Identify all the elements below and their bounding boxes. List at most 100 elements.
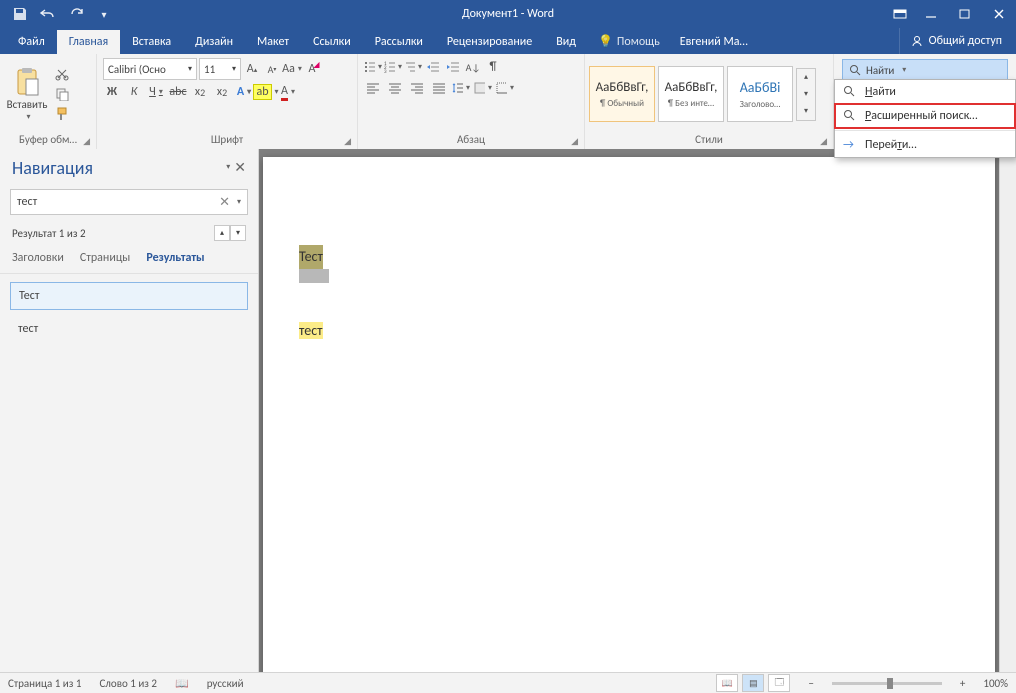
tab-insert[interactable]: Вставка <box>120 30 183 54</box>
superscript-button[interactable]: x2 <box>213 83 231 101</box>
shading-icon[interactable]: ▾ <box>474 79 492 97</box>
result-item[interactable]: тест <box>10 316 248 342</box>
ribbon-options-icon[interactable] <box>886 0 914 28</box>
underline-button[interactable]: Ч▾ <box>147 83 165 101</box>
font-size-combo[interactable]: 11▾ <box>199 58 241 80</box>
redo-icon[interactable] <box>64 3 88 25</box>
tab-mailings[interactable]: Рассылки <box>363 30 435 54</box>
nav-tab-results[interactable]: Результаты <box>146 251 204 265</box>
prev-result-icon[interactable]: ▴ <box>214 225 230 241</box>
indent-inc-icon[interactable] <box>444 58 462 76</box>
nav-tab-pages[interactable]: Страницы <box>80 251 131 265</box>
style-normal[interactable]: АаБбВвГг,¶ Обычный <box>589 66 655 122</box>
bullets-icon[interactable]: ▾ <box>364 58 382 76</box>
tab-file[interactable]: Файл <box>6 30 57 54</box>
minimize-button[interactable] <box>914 0 948 28</box>
view-read-icon[interactable]: 📖 <box>716 674 738 692</box>
grow-font-icon[interactable]: A▴ <box>243 60 261 78</box>
navigation-title: Навигация <box>12 157 93 179</box>
styles-more-icon[interactable]: ▾ <box>797 103 815 120</box>
search-icon <box>843 109 857 123</box>
styles-down-icon[interactable]: ▾ <box>797 86 815 103</box>
align-justify-icon[interactable] <box>430 79 448 97</box>
subscript-button[interactable]: x2 <box>191 83 209 101</box>
doc-text-highlighted: Тест <box>299 245 323 269</box>
document-page[interactable]: Тест тест <box>263 157 995 673</box>
cut-icon[interactable] <box>52 65 72 83</box>
account-user[interactable]: Евгений Ма… <box>670 30 758 54</box>
window-title: Документ1 - Word <box>0 7 1016 21</box>
styles-dialog-icon[interactable]: ◢ <box>820 136 827 147</box>
title-bar: ▾ Документ1 - Word <box>0 0 1016 28</box>
nav-tab-headings[interactable]: Заголовки <box>12 251 64 265</box>
find-menu-goto[interactable]: → Перейти… <box>835 133 1015 157</box>
zoom-slider[interactable] <box>832 682 942 685</box>
bold-button[interactable]: Ж <box>103 83 121 101</box>
indent-dec-icon[interactable] <box>424 58 442 76</box>
copy-icon[interactable] <box>52 85 72 103</box>
nav-close-icon[interactable]: ✕ <box>230 155 250 180</box>
align-left-icon[interactable] <box>364 79 382 97</box>
find-menu-find[interactable]: Найти <box>835 80 1015 104</box>
undo-icon[interactable] <box>36 3 60 25</box>
group-clipboard: Буфер обм…◢ <box>4 131 92 149</box>
zoom-level[interactable]: 100% <box>983 677 1008 690</box>
nav-search-input[interactable]: тест ✕ ▾ <box>10 189 248 215</box>
font-dialog-icon[interactable]: ◢ <box>344 136 351 147</box>
close-button[interactable] <box>982 0 1016 28</box>
para-dialog-icon[interactable]: ◢ <box>571 136 578 147</box>
tab-design[interactable]: Дизайн <box>183 30 245 54</box>
show-marks-icon[interactable]: ¶ <box>484 58 502 76</box>
tab-view[interactable]: Вид <box>544 30 588 54</box>
numbering-icon[interactable]: 123▾ <box>384 58 402 76</box>
style-heading1[interactable]: АаБбВіЗаголово… <box>727 66 793 122</box>
find-button[interactable]: Найти▾ <box>842 59 1008 81</box>
qat-customize-icon[interactable]: ▾ <box>92 3 116 25</box>
strike-button[interactable]: abc <box>169 83 187 101</box>
next-result-icon[interactable]: ▾ <box>230 225 246 241</box>
tell-me[interactable]: 💡 Помощь <box>588 29 670 54</box>
paste-button[interactable]: Вставить ▾ <box>4 67 50 122</box>
font-name-combo[interactable]: Calibri (Осно▾ <box>103 58 197 80</box>
align-right-icon[interactable] <box>408 79 426 97</box>
tab-review[interactable]: Рецензирование <box>435 30 544 54</box>
group-font: Шрифт◢ <box>101 131 353 149</box>
clipboard-dialog-icon[interactable]: ◢ <box>83 136 90 147</box>
maximize-button[interactable] <box>948 0 982 28</box>
clear-search-icon[interactable]: ✕ <box>215 195 234 210</box>
sort-icon[interactable]: A↓ <box>464 58 482 76</box>
format-painter-icon[interactable] <box>52 105 72 123</box>
clear-format-icon[interactable]: A◢ <box>303 60 321 78</box>
tab-layout[interactable]: Макет <box>245 30 301 54</box>
style-no-spacing[interactable]: АаБбВвГг,¶ Без инте… <box>658 66 724 122</box>
italic-button[interactable]: К <box>125 83 143 101</box>
change-case-icon[interactable]: Aa▾ <box>283 60 301 78</box>
spellcheck-icon[interactable]: 📖 <box>175 677 189 690</box>
font-color-icon[interactable]: A▾ <box>279 83 297 101</box>
status-words[interactable]: Слово 1 из 2 <box>99 677 157 690</box>
status-page[interactable]: Страница 1 из 1 <box>8 677 81 690</box>
zoom-in-icon[interactable]: + <box>960 677 965 690</box>
group-styles: Стили◢ <box>589 131 829 149</box>
multilevel-icon[interactable]: ▾ <box>404 58 422 76</box>
view-print-icon[interactable]: ▤ <box>742 674 764 692</box>
zoom-out-icon[interactable]: − <box>808 677 813 690</box>
tab-references[interactable]: Ссылки <box>301 30 363 54</box>
result-item[interactable]: Тест <box>10 282 248 310</box>
highlight-icon[interactable]: ab▾ <box>257 83 275 101</box>
shrink-font-icon[interactable]: A▾ <box>263 60 281 78</box>
doc-text-highlighted: тест <box>299 322 323 339</box>
tab-home[interactable]: Главная <box>57 30 120 54</box>
align-center-icon[interactable] <box>386 79 404 97</box>
search-options-icon[interactable]: ▾ <box>237 197 241 207</box>
borders-icon[interactable]: ▾ <box>496 79 514 97</box>
vertical-scrollbar[interactable] <box>999 149 1016 673</box>
view-web-icon[interactable]: 🗔 <box>768 674 790 692</box>
styles-up-icon[interactable]: ▴ <box>797 69 815 86</box>
find-menu-advanced[interactable]: Расширенный поиск… <box>835 104 1015 128</box>
text-effects-icon[interactable]: A▾ <box>235 83 253 101</box>
save-icon[interactable] <box>8 3 32 25</box>
share-button[interactable]: Общий доступ <box>899 28 1012 54</box>
status-language[interactable]: русский <box>207 677 244 690</box>
line-spacing-icon[interactable]: ▾ <box>452 79 470 97</box>
